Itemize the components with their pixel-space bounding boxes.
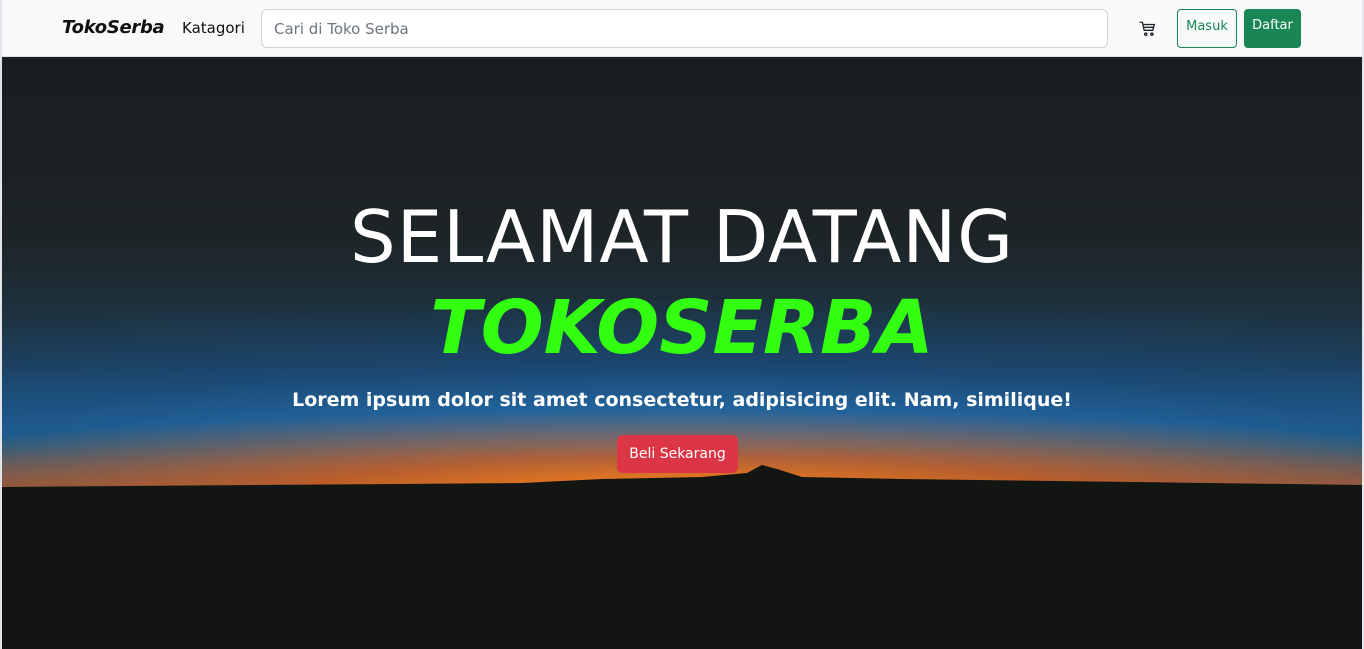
hero-title: SELAMAT DATANG [349,195,1014,279]
login-button[interactable]: Masuk [1177,9,1237,48]
hero-subtitle: Lorem ipsum dolor sit amet consectetur, … [292,389,1072,411]
register-button[interactable]: Daftar [1244,9,1301,48]
brand-logo[interactable]: TokoSerba [62,17,165,38]
nav-link-category[interactable]: Katagori [182,19,245,37]
hero-banner: SELAMAT DATANG TOKOSERBA Lorem ipsum dol… [2,57,1362,649]
hero-brand-title: TOKOSERBA [430,285,934,371]
search-input[interactable] [261,9,1108,48]
mountain-silhouette [2,465,1362,649]
cart-icon[interactable] [1139,20,1157,38]
page-frame: TokoSerba Katagori Masuk Daftar SELAMAT … [0,0,1364,649]
navbar: TokoSerba Katagori Masuk Daftar [2,0,1362,57]
buy-now-button[interactable]: Beli Sekarang [617,435,738,473]
